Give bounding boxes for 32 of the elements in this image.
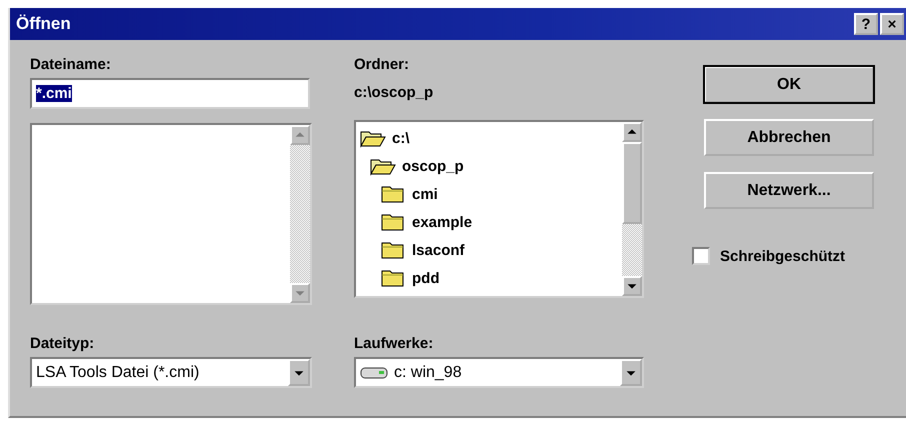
folder-name[interactable]: c:\	[392, 130, 410, 146]
help-button[interactable]: ?	[854, 13, 878, 35]
folder-name[interactable]: cmi	[412, 186, 438, 202]
filename-value: *.cmi	[36, 85, 72, 102]
close-button[interactable]: ×	[880, 13, 904, 35]
folder-name[interactable]: oscop_p	[402, 158, 464, 174]
folder-name[interactable]: example	[412, 214, 472, 230]
window-title: Öffnen	[16, 14, 71, 34]
folder-label: Ordner:	[354, 55, 410, 75]
scroll-thumb[interactable]	[622, 142, 642, 224]
drive-icon	[360, 366, 388, 380]
filetype-dropdown[interactable]: LSA Tools Datei (*.cmi)	[30, 357, 312, 388]
drives-label: Laufwerke:	[354, 334, 434, 354]
scroll-up-icon[interactable]	[622, 122, 642, 142]
filetype-value: LSA Tools Datei (*.cmi)	[36, 364, 200, 382]
folder-name[interactable]: pdd	[412, 270, 440, 286]
dialog-button[interactable]: OK	[704, 66, 874, 103]
scrollbar[interactable]	[622, 122, 642, 296]
folder-path: c:\oscop_p	[354, 83, 434, 103]
drive-value: c: win_98	[394, 364, 462, 382]
folder-name[interactable]: lsaconf	[412, 242, 465, 258]
filename-label: Dateiname:	[30, 55, 111, 75]
filetype-label: Dateityp:	[30, 334, 94, 354]
dialog-button[interactable]: Abbrechen	[704, 119, 874, 156]
scroll-down-icon[interactable]	[622, 276, 642, 296]
folder-tree[interactable]: c:\ oscop_p cmi example lsaconf pdd	[354, 120, 644, 298]
file-list[interactable]	[30, 123, 312, 305]
dialog-button[interactable]: Netzwerk...	[704, 172, 874, 209]
filename-field[interactable]: *.cmi	[30, 78, 310, 109]
checkbox-label[interactable]: Schreibgeschützt	[720, 248, 846, 264]
checkbox[interactable]	[692, 247, 710, 265]
drive-dropdown[interactable]: c: win_98	[354, 357, 644, 388]
